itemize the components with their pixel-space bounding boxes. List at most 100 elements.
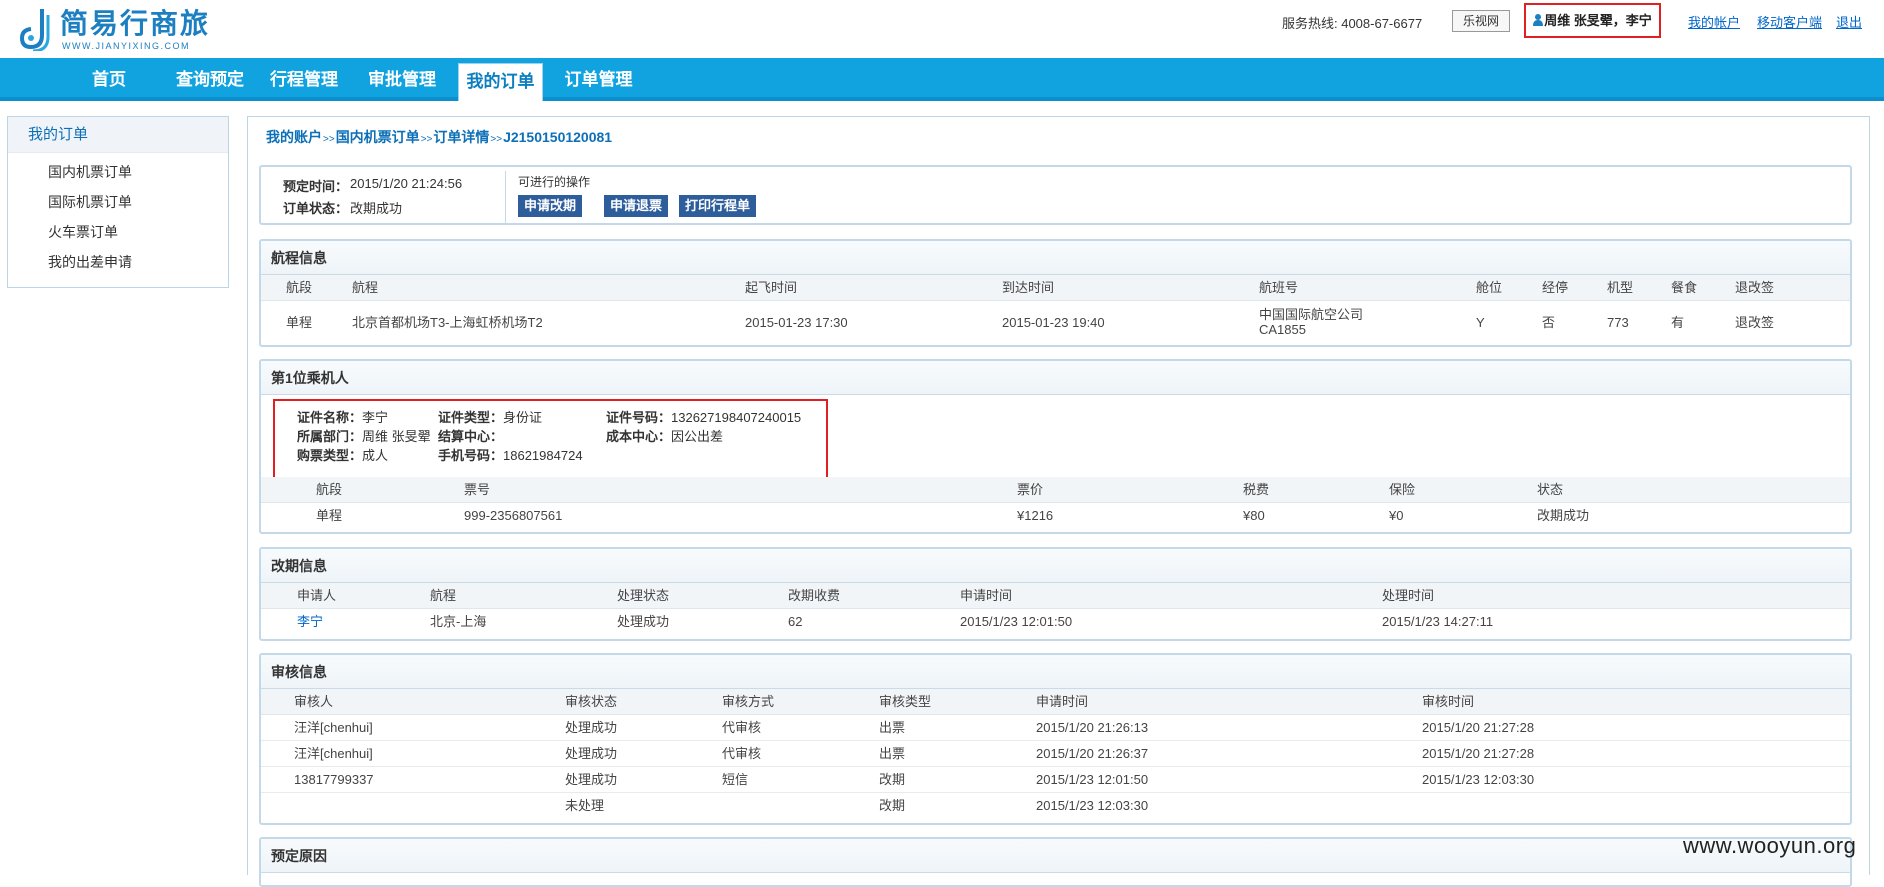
field-dept-value: 周维 张旻翚 xyxy=(362,429,431,444)
cell-flight-no: CA1855 xyxy=(1259,322,1306,337)
field-idno-value: 132627198407240015 xyxy=(671,410,802,425)
table-row: 汪洋[chenhui] 处理成功 代审核 出票 2015/1/20 21:26:… xyxy=(261,741,1850,767)
field-idtype-label: 证件类型： xyxy=(438,410,504,425)
cell-refund[interactable]: 退改签 xyxy=(1735,301,1774,345)
apply-refund-button[interactable]: 申请退票 xyxy=(604,195,669,217)
cell-status: 改期成功 xyxy=(1537,508,1590,523)
passenger-details-highlight: 证件名称：李宁 证件类型：身份证 证件号码：132627198407240015… xyxy=(273,399,828,479)
cell-depart: 2015-01-23 17:30 xyxy=(745,315,848,330)
field-name: 证件名称：李宁 xyxy=(297,407,388,426)
field-name-label: 证件名称： xyxy=(297,410,363,425)
current-user-box: 周维 张旻翚，李宁 xyxy=(1524,3,1661,38)
apply-reschedule-button[interactable]: 申请改期 xyxy=(518,195,583,217)
cell-audit-time: 2015/1/20 21:27:28 xyxy=(1422,720,1535,735)
table-row: 13817799337 处理成功 短信 改期 2015/1/23 12:01:5… xyxy=(261,767,1850,793)
main-nav: 首页 查询预定 行程管理 审批管理 我的订单 订单管理 xyxy=(0,58,1884,101)
col-insurance: 保险 xyxy=(1389,482,1416,497)
cell-audit-time: 2015/1/23 12:03:30 xyxy=(1422,772,1535,787)
field-name-value: 李宁 xyxy=(362,410,389,425)
cell-route: 北京-上海 xyxy=(430,614,487,629)
field-ticket-type-value: 成人 xyxy=(362,448,389,463)
cell-insurance: ¥0 xyxy=(1389,508,1404,523)
reason-panel: 预定原因 xyxy=(259,837,1852,887)
cell-applicant-link[interactable]: 李宁 xyxy=(297,609,323,635)
cell-process-time: 2015/1/23 14:27:11 xyxy=(1382,614,1494,629)
flight-info-panel: 航程信息 航段 航程 起飞时间 到达时间 航班号 舱位 经停 机型 餐食 退改签… xyxy=(259,239,1852,347)
breadcrumb-sep: >> xyxy=(420,134,433,145)
cell-fee: 62 xyxy=(788,614,803,629)
cell-apply-time: 2015/1/23 12:01:50 xyxy=(1036,772,1149,787)
cell-auditor: 13817799337 xyxy=(294,772,374,787)
table-row: 未处理 改期 2015/1/23 12:03:30 xyxy=(261,793,1850,819)
sidebar-title[interactable]: 我的订单 xyxy=(8,117,228,153)
service-hotline: 服务热线: 4008-67-6677 xyxy=(1282,16,1423,31)
nav-approval[interactable]: 审批管理 xyxy=(362,58,442,101)
field-idtype-value: 身份证 xyxy=(503,410,543,425)
cell-segment: 单程 xyxy=(316,508,343,523)
col-refund: 退改签 xyxy=(1735,280,1775,295)
cell-apply-time: 2015/1/20 21:26:13 xyxy=(1036,720,1149,735)
col-audit-method: 审核方式 xyxy=(722,694,775,709)
col-price: 票价 xyxy=(1017,482,1044,497)
col-stop: 经停 xyxy=(1542,280,1569,295)
field-settle: 结算中心： xyxy=(438,426,503,445)
cell-apply-time: 2015/1/23 12:03:30 xyxy=(1036,798,1149,813)
cell-audit-type: 改期 xyxy=(879,798,906,813)
sidebar-item-train[interactable]: 火车票订单 xyxy=(8,217,228,247)
logo-mark-icon xyxy=(19,9,50,51)
nav-order-management[interactable]: 订单管理 xyxy=(556,58,641,101)
my-account-link[interactable]: 我的帐户 xyxy=(1688,12,1740,31)
sidebar-item-intl-flight[interactable]: 国际机票订单 xyxy=(8,187,228,217)
field-ticket-type: 购票类型：成人 xyxy=(297,445,388,464)
audit-panel: 审核信息 审核人 审核状态 审核方式 审核类型 申请时间 审核时间 汪洋[che… xyxy=(259,653,1852,825)
breadcrumb-detail[interactable]: 订单详情 xyxy=(433,129,489,145)
sidebar-item-domestic-flight[interactable]: 国内机票订单 xyxy=(8,157,228,187)
cell-price: ¥1216 xyxy=(1017,508,1054,523)
cell-audit-status: 未处理 xyxy=(565,798,605,813)
field-idtype: 证件类型：身份证 xyxy=(438,407,542,426)
col-fee: 改期收费 xyxy=(788,588,841,603)
col-audit-status: 审核状态 xyxy=(565,694,618,709)
field-cost: 成本中心：因公出差 xyxy=(606,426,723,445)
table-row: 单程 北京首都机场T3-上海虹桥机场T2 2015-01-23 17:30 20… xyxy=(261,301,1850,345)
nav-search-booking[interactable]: 查询预定 xyxy=(165,58,255,101)
cell-meal: 有 xyxy=(1671,315,1685,330)
col-route: 航程 xyxy=(430,588,457,603)
col-apply-time: 申请时间 xyxy=(960,588,1013,603)
nav-my-orders[interactable]: 我的订单 xyxy=(458,63,543,101)
reschedule-panel: 改期信息 申请人 航程 处理状态 改期收费 申请时间 处理时间 李宁 北京-上海… xyxy=(259,547,1852,641)
user-names: 周维 张旻翚，李宁 xyxy=(1544,13,1652,28)
audit-table-header: 审核人 审核状态 审核方式 审核类型 申请时间 审核时间 xyxy=(261,689,1850,715)
breadcrumb: 我的账户>>国内机票订单>>订单详情>>J2150150120081 xyxy=(266,127,612,147)
cell-apply-time: 2015/1/20 21:26:37 xyxy=(1036,746,1149,761)
col-depart: 起飞时间 xyxy=(745,280,798,295)
field-dept-label: 所属部门： xyxy=(297,429,363,444)
cell-process-status: 处理成功 xyxy=(617,614,670,629)
user-icon xyxy=(1533,14,1544,26)
sidebar: 我的订单 国内机票订单 国际机票订单 火车票订单 我的出差申请 xyxy=(7,116,229,288)
logo[interactable]: 简易行商旅 WWW.JIANYIXING.COM xyxy=(18,5,208,53)
nav-home[interactable]: 首页 xyxy=(74,58,144,101)
leshi-button[interactable]: 乐视网 xyxy=(1452,10,1510,32)
cell-audit-type: 出票 xyxy=(879,720,906,735)
cell-airline: 中国国际航空公司 xyxy=(1259,307,1364,322)
order-time-label: 预定时间： xyxy=(283,179,349,194)
mobile-client-link[interactable]: 移动客户端 xyxy=(1757,12,1822,31)
field-idno-label: 证件号码： xyxy=(606,410,672,425)
col-aircraft: 机型 xyxy=(1607,280,1634,295)
watermark: www.wooyun.org xyxy=(1683,833,1857,858)
breadcrumb-account[interactable]: 我的账户 xyxy=(266,129,322,145)
col-segment: 航段 xyxy=(286,280,313,295)
cell-audit-method: 代审核 xyxy=(722,746,762,761)
logout-link[interactable]: 退出 xyxy=(1836,12,1862,31)
table-row: 汪洋[chenhui] 处理成功 代审核 出票 2015/1/20 21:26:… xyxy=(261,715,1850,741)
cell-auditor: 汪洋[chenhui] xyxy=(294,746,373,761)
reschedule-table-header: 申请人 航程 处理状态 改期收费 申请时间 处理时间 xyxy=(261,583,1850,609)
breadcrumb-sep: >> xyxy=(490,134,503,145)
nav-itinerary[interactable]: 行程管理 xyxy=(264,58,344,101)
flight-table-header: 航段 航程 起飞时间 到达时间 航班号 舱位 经停 机型 餐食 退改签 xyxy=(261,275,1850,301)
cell-cabin: Y xyxy=(1476,315,1485,330)
sidebar-item-trip-request[interactable]: 我的出差申请 xyxy=(8,247,228,277)
breadcrumb-domestic[interactable]: 国内机票订单 xyxy=(336,129,420,145)
print-itinerary-button[interactable]: 打印行程单 xyxy=(679,195,757,217)
